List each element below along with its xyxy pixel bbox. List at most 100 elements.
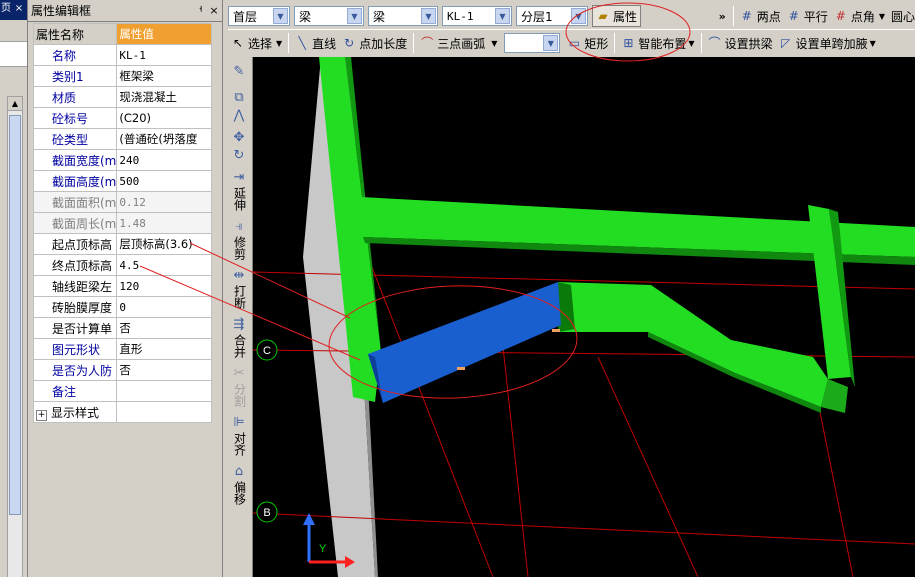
chevron-down-icon[interactable]: ▼: [495, 8, 510, 24]
parallel-button[interactable]: # 平行: [784, 5, 831, 27]
property-row[interactable]: 截面周长(m 1.48: [32, 212, 212, 234]
chevron-down-icon[interactable]: ▼: [571, 8, 586, 24]
dock-scrollbar[interactable]: ▲: [7, 96, 23, 577]
line-label: 直线: [312, 36, 337, 51]
chevron-down-icon[interactable]: ▼: [347, 8, 362, 24]
property-name: 砼标号: [32, 107, 118, 129]
scroll-up-arrow-icon[interactable]: ▲: [8, 97, 22, 111]
type2-select[interactable]: 梁 ▼: [368, 6, 438, 26]
property-value[interactable]: 240: [116, 149, 212, 171]
dock-tab-label[interactable]: 页: [0, 3, 12, 16]
split-tool[interactable]: ✂ 分割: [225, 365, 253, 410]
chevron-down-icon[interactable]: ▼: [276, 39, 282, 48]
brush-tool[interactable]: ✎: [225, 63, 253, 81]
property-row[interactable]: 砼类型 (普通砼(坍落度: [32, 128, 212, 150]
point-angle-button[interactable]: # 点角 ▼: [831, 5, 888, 27]
property-value[interactable]: 层顶标高(3.6): [116, 233, 212, 255]
scroll-thumb[interactable]: [9, 115, 21, 515]
offset-tool[interactable]: ⌂ 偏移: [225, 463, 253, 508]
property-value[interactable]: (普通砼(坍落度: [116, 128, 212, 150]
property-value[interactable]: 4.5: [116, 254, 212, 276]
property-row[interactable]: 是否计算单否: [32, 317, 212, 339]
property-value[interactable]: 否: [116, 359, 212, 381]
align-tool[interactable]: ⊫ 对齐: [225, 414, 253, 459]
property-name-text: 备注: [52, 384, 77, 399]
three-point-arc-button[interactable]: ⌒ 三点画弧 ▼: [417, 32, 500, 54]
property-value[interactable]: 现浇混凝土: [116, 86, 212, 108]
chevron-down-icon[interactable]: ▼: [491, 39, 497, 48]
property-row[interactable]: + 显示样式: [32, 401, 212, 423]
pin-icon[interactable]: ᅥ: [190, 3, 206, 19]
line-button[interactable]: ╲ 直线: [292, 32, 339, 54]
dock-close-icon[interactable]: ×: [13, 3, 25, 16]
property-row[interactable]: 图元形状 直形: [32, 338, 212, 360]
property-value[interactable]: (C20): [116, 107, 212, 129]
property-row[interactable]: 截面面积(m 0.12: [32, 191, 212, 213]
point-length-icon: ↻: [344, 36, 355, 50]
element-select[interactable]: KL-1 ▼: [442, 6, 512, 26]
arc-option-select[interactable]: ▼: [504, 33, 561, 53]
left-dock-strip: 页 × ▲: [0, 0, 28, 577]
expand-plus-icon[interactable]: +: [36, 409, 47, 421]
property-value[interactable]: [116, 380, 212, 402]
copy-tool[interactable]: ⧉: [225, 89, 253, 107]
set-arch-beam-button[interactable]: ⌒ 设置拱梁: [705, 32, 776, 54]
property-row[interactable]: 砼标号 (C20): [32, 107, 212, 129]
move-tool[interactable]: ✥: [225, 129, 253, 147]
property-row[interactable]: 终点顶标高 4.5: [32, 254, 212, 276]
property-value[interactable]: 500: [116, 170, 212, 192]
selected-beam[interactable]: [368, 282, 561, 403]
property-value[interactable]: 框架梁: [116, 65, 212, 87]
property-row[interactable]: 备注: [32, 380, 212, 402]
rect-button[interactable]: ▭ 矩形: [564, 32, 611, 54]
property-row[interactable]: 起点顶标高 层顶标高(3.6): [32, 233, 212, 255]
property-row[interactable]: 截面宽度(m 240: [32, 149, 212, 171]
property-row[interactable]: 砖胎膜厚度 0: [32, 296, 212, 318]
property-value[interactable]: 0: [116, 296, 212, 318]
property-value[interactable]: 0.12: [116, 191, 212, 213]
merge-tool[interactable]: ⇶ 合并: [225, 316, 253, 361]
layer-select[interactable]: 分层1 ▼: [516, 6, 588, 26]
toolbar-overflow-icon[interactable]: »: [715, 10, 730, 23]
property-value[interactable]: 直形: [116, 338, 212, 360]
drawing-viewport[interactable]: C B Y: [253, 57, 915, 577]
break-tool[interactable]: ⇹ 打断: [225, 267, 253, 312]
mirror-tool[interactable]: ⋀: [225, 107, 253, 125]
rectangle-icon: ▭: [568, 36, 581, 50]
property-row[interactable]: 是否为人防否: [32, 359, 212, 381]
chevron-down-icon[interactable]: ▼: [688, 39, 694, 48]
property-row[interactable]: 轴线距梁左 120: [32, 275, 212, 297]
merge-label: 合并: [232, 334, 247, 358]
property-row[interactable]: 截面高度(m 500: [32, 170, 212, 192]
type1-select[interactable]: 梁 ▼: [294, 6, 364, 26]
smart-layout-button[interactable]: ⊞ 智能布置 ▼: [618, 32, 697, 54]
property-name: 轴线距梁左: [32, 275, 118, 297]
chevron-down-icon[interactable]: ▼: [421, 8, 436, 24]
trim-tool[interactable]: ⫣ 修剪: [225, 218, 253, 263]
chevron-down-icon[interactable]: ▼: [879, 12, 885, 21]
select-button[interactable]: ↖ 选择 ▼: [228, 32, 285, 54]
property-name-text: 起点顶标高: [52, 237, 113, 252]
property-name: 截面面积(m: [32, 191, 118, 213]
chevron-down-icon[interactable]: ▼: [273, 8, 288, 24]
property-value[interactable]: 120: [116, 275, 212, 297]
property-button[interactable]: ▰ 属性: [592, 5, 642, 27]
extend-tool[interactable]: ⇥ 延伸: [225, 169, 253, 214]
point-length-button[interactable]: ↻ 点加长度: [339, 32, 410, 54]
chevron-down-icon[interactable]: ▼: [870, 39, 876, 48]
circle-button[interactable]: 圆心: [888, 5, 915, 27]
property-value[interactable]: 否: [116, 317, 212, 339]
property-row[interactable]: 名称 KL-1: [32, 44, 212, 66]
two-points-button[interactable]: # 两点: [737, 5, 784, 27]
property-value[interactable]: KL-1: [116, 44, 212, 66]
property-value[interactable]: 1.48: [116, 212, 212, 234]
chevron-down-icon[interactable]: ▼: [543, 35, 559, 51]
floor-select[interactable]: 首层 ▼: [228, 6, 290, 26]
panel-close-icon[interactable]: ×: [206, 4, 222, 17]
property-row[interactable]: 类别1 框架梁: [32, 65, 212, 87]
property-row[interactable]: 材质 现浇混凝土: [32, 86, 212, 108]
property-name: 类别1: [32, 65, 118, 87]
property-value[interactable]: [116, 401, 212, 423]
set-single-span-button[interactable]: ◸ 设置单跨加腋 ▼: [776, 32, 879, 54]
rotate-tool[interactable]: ↻: [225, 147, 253, 165]
